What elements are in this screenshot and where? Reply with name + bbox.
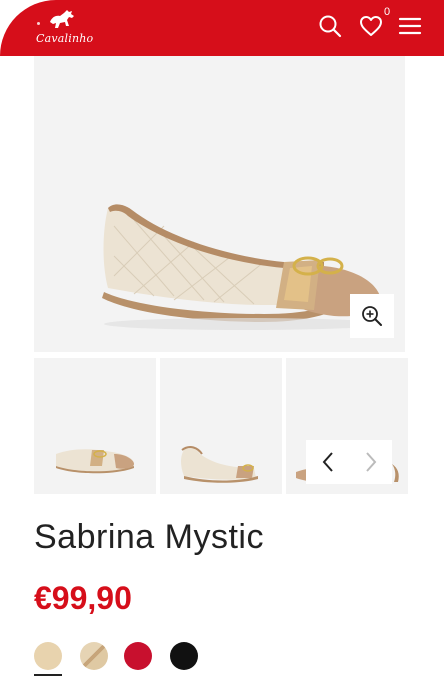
site-header: Cavalinho 0 (0, 0, 444, 56)
chevron-left-icon (322, 452, 333, 472)
hamburger-menu-icon (398, 17, 422, 35)
zoom-in-icon (362, 306, 382, 326)
carousel-prev-button[interactable] (306, 440, 349, 484)
main-product-image[interactable] (34, 56, 405, 352)
zoom-button[interactable] (350, 294, 394, 338)
chevron-right-icon (365, 452, 376, 472)
wishlist-count-badge: 0 (384, 6, 391, 18)
product-page: Cavalinho 0 Sabrina Mystic €99,90 (0, 0, 444, 698)
search-button[interactable] (316, 12, 344, 40)
thumbnail-2[interactable] (160, 358, 282, 494)
brand-name: Cavalinho (36, 32, 94, 45)
search-icon (319, 15, 342, 38)
color-swatch-beige-print[interactable] (80, 642, 108, 670)
brand-logo[interactable]: Cavalinho (34, 8, 94, 48)
carousel-navigation (306, 440, 392, 484)
wishlist-button[interactable] (357, 12, 385, 40)
color-swatch-black[interactable] (170, 642, 198, 670)
horse-logo-icon (50, 10, 74, 28)
ballet-flat-shoe-image (102, 204, 384, 330)
thumbnail-1[interactable] (34, 358, 156, 494)
menu-button[interactable] (396, 12, 424, 40)
color-swatch-list (34, 642, 234, 682)
shoe-thumbnail-image (181, 446, 258, 483)
product-price: €99,90 (34, 580, 132, 616)
shoe-thumbnail-image (56, 449, 134, 474)
color-swatch-red[interactable] (124, 642, 152, 670)
selected-swatch-indicator (34, 674, 62, 676)
product-title: Sabrina Mystic (34, 518, 264, 556)
color-swatch-beige[interactable] (34, 642, 62, 670)
heart-icon (360, 16, 382, 36)
logo-dot (37, 22, 40, 25)
carousel-next-button[interactable] (349, 440, 392, 484)
